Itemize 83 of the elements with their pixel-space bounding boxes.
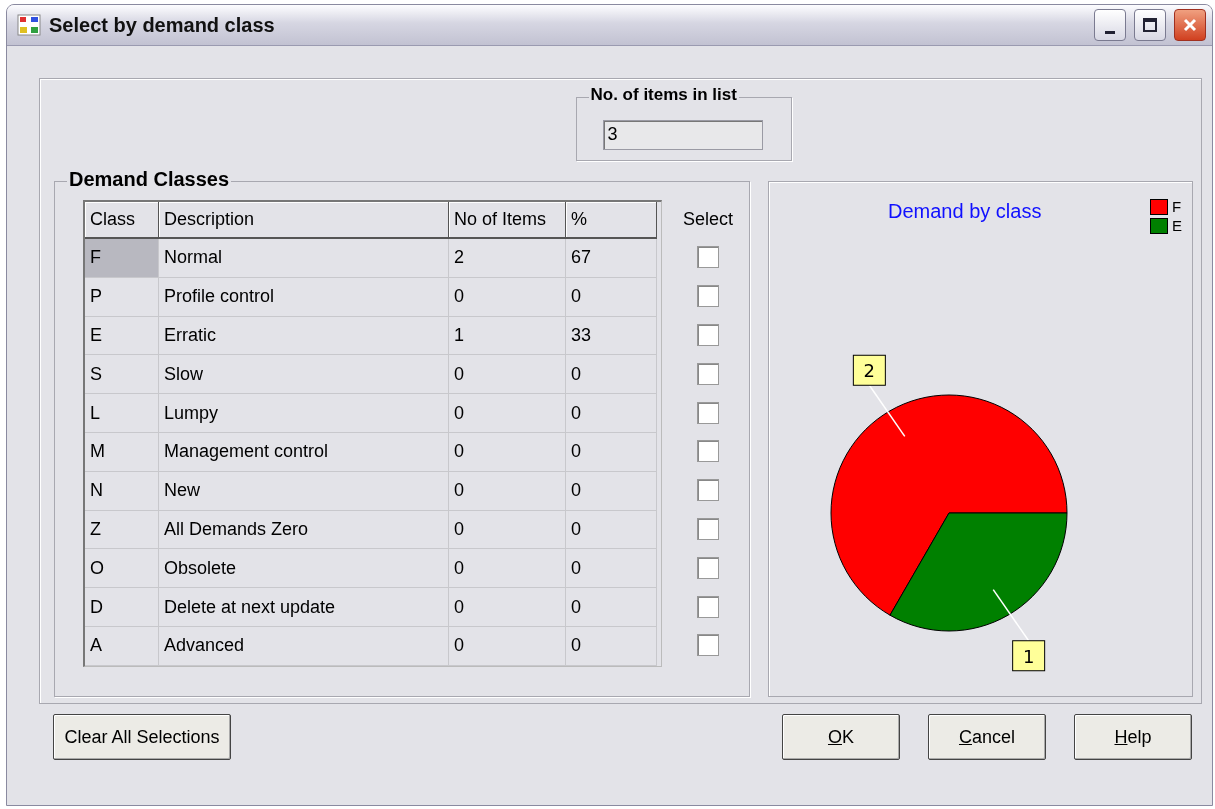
table-cell: L [85,394,159,433]
minimize-icon [1105,30,1115,34]
select-checkbox[interactable] [697,595,719,618]
table-cell: 0 [449,626,566,666]
table-cell: 0 [449,394,566,433]
table-cell: A [85,626,159,666]
select-checkbox[interactable] [697,285,719,308]
dialog-button[interactable]: OK [782,714,900,760]
table-cell: P [85,277,159,317]
table-cell: 0 [566,433,657,472]
table-cell: S [85,355,159,395]
dialog-button[interactable]: Cancel [928,714,1046,760]
data-label: 2 [853,354,887,386]
maximize-button[interactable] [1134,9,1166,41]
table-cell: 0 [566,277,657,317]
table-cell: 0 [449,471,566,511]
legend-label: F [1172,198,1182,215]
table-cell: 2 [449,239,566,278]
data-label: 1 [1023,645,1035,667]
close-icon [1182,17,1198,33]
data-label: 1 [1012,640,1046,672]
select-checkbox[interactable] [697,440,719,463]
dialog-button[interactable]: Help [1074,714,1192,760]
leader-line [869,384,906,438]
table-cell: 0 [566,626,657,666]
table-cell: Erratic [159,316,449,356]
table-cell: 0 [566,549,657,589]
table-cell: Advanced [159,626,449,666]
table-cell: 0 [449,549,566,589]
table-cell: O [85,549,159,589]
table-cell: New [159,471,449,511]
table-cell: Management control [159,433,449,472]
table-cell: All Demands Zero [159,510,449,550]
table-cell: 0 [449,277,566,317]
window-title: Select by demand class [49,13,276,37]
table-cell: F [85,239,159,278]
table-cell: 0 [449,355,566,395]
table-cell: Normal [159,239,449,278]
data-label: 2 [864,360,876,382]
select-checkbox[interactable] [697,479,719,502]
leader-line [992,588,1030,642]
select-checkbox[interactable] [697,556,719,579]
column-header[interactable]: Description [159,202,449,239]
minimize-button[interactable] [1094,9,1126,41]
select-label: Select [683,207,733,231]
items-count-field[interactable]: 3 [602,120,763,150]
table-cell: Delete at next update [159,588,449,627]
table-cell: Slow [159,355,449,395]
legend-swatch [1150,198,1168,215]
column-header[interactable]: No of Items [449,202,566,239]
clear-selections-button[interactable]: Clear All Selections [53,714,231,760]
table-cell: 1 [449,316,566,356]
column-header[interactable]: % [566,202,657,239]
table-cell: 0 [566,510,657,550]
maximize-icon [1142,17,1158,33]
table-cell: Lumpy [159,394,449,433]
table-cell: 0 [449,433,566,472]
table-cell: 0 [449,588,566,627]
table-cell: E [85,316,159,356]
close-button[interactable] [1174,9,1206,41]
table-cell: 33 [566,316,657,356]
table-cell: Z [85,510,159,550]
legend-label: E [1172,217,1182,234]
legend-swatch [1150,217,1168,234]
select-checkbox[interactable] [697,517,719,540]
chart-title: Demand by class [887,200,1043,223]
table-cell: D [85,588,159,627]
table-cell: 0 [566,355,657,395]
app-icon [17,14,41,36]
table-cell: 0 [566,394,657,433]
select-checkbox[interactable] [697,362,719,385]
table-cell: N [85,471,159,511]
table-cell: Obsolete [159,549,449,589]
table-cell: 0 [566,471,657,511]
select-checkbox[interactable] [697,401,719,424]
table-cell: M [85,433,159,472]
table-cell: 0 [449,510,566,550]
table-cell: 67 [566,239,657,278]
select-checkbox[interactable] [697,324,719,346]
select-checkbox[interactable] [697,634,719,657]
select-checkbox[interactable] [697,246,719,269]
table-cell: Profile control [159,277,449,317]
table-cell: 0 [566,588,657,627]
